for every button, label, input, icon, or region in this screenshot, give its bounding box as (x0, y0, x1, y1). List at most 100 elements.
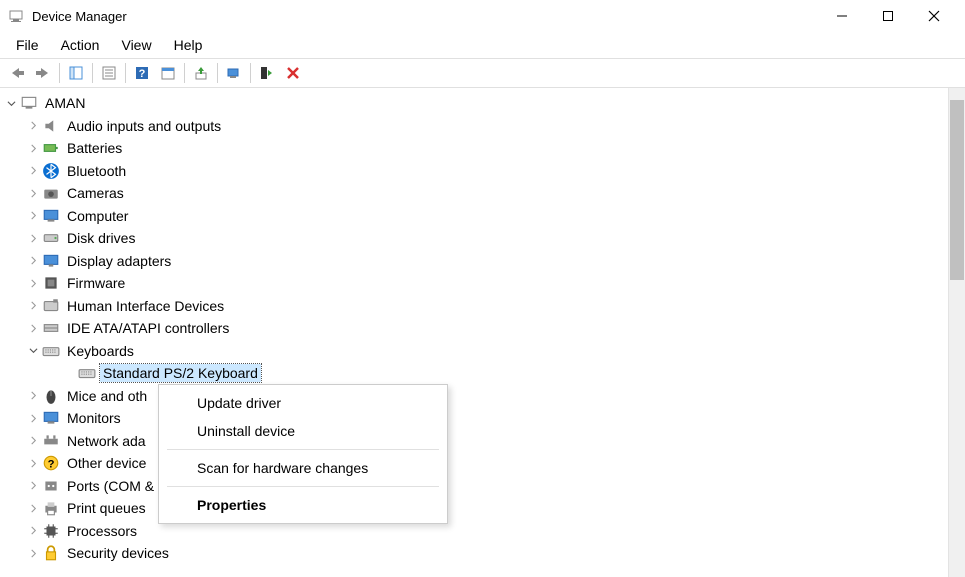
scrollbar-thumb[interactable] (950, 100, 964, 280)
tree-node[interactable]: ?Other device (4, 452, 965, 475)
ctx-uninstall-device[interactable]: Uninstall device (159, 417, 447, 445)
node-label: Firmware (64, 274, 128, 292)
close-button[interactable] (911, 0, 957, 32)
scan-hardware-button[interactable] (221, 61, 247, 85)
ctx-update-driver[interactable]: Update driver (159, 389, 447, 417)
tree-node[interactable]: Cameras (4, 182, 965, 205)
chevron-right-icon[interactable] (26, 546, 40, 560)
port-icon (42, 478, 60, 494)
bluetooth-icon (42, 163, 60, 179)
tree-node[interactable]: IDE ATA/ATAPI controllers (4, 317, 965, 340)
display-icon (42, 253, 60, 269)
monitor-icon (42, 410, 60, 426)
tree-node[interactable]: Computer (4, 205, 965, 228)
chevron-right-icon[interactable] (26, 389, 40, 403)
uninstall-button[interactable] (280, 61, 306, 85)
nav-forward-button[interactable] (30, 61, 56, 85)
toolbar-separator (184, 63, 185, 83)
tree-node[interactable]: Mice and oth (4, 385, 965, 408)
tree-node[interactable]: Bluetooth (4, 160, 965, 183)
maximize-button[interactable] (865, 0, 911, 32)
update-driver-button[interactable] (188, 61, 214, 85)
node-label: Mice and oth (64, 387, 150, 405)
chevron-right-icon[interactable] (26, 254, 40, 268)
tree-node-selected[interactable]: Standard PS/2 Keyboard (4, 362, 965, 385)
tree-node[interactable]: Batteries (4, 137, 965, 160)
chevron-right-icon[interactable] (26, 434, 40, 448)
mouse-icon (42, 388, 60, 404)
tree-node[interactable]: Ports (COM & (4, 475, 965, 498)
node-label: Network ada (64, 432, 149, 450)
chevron-right-icon[interactable] (26, 231, 40, 245)
tree-node[interactable]: Print queues (4, 497, 965, 520)
firmware-icon (42, 275, 60, 291)
hid-icon (42, 298, 60, 314)
context-separator (167, 449, 439, 450)
menu-bar: File Action View Help (0, 32, 965, 58)
menu-file[interactable]: File (6, 34, 49, 56)
toolbar-separator (59, 63, 60, 83)
nav-back-button[interactable] (4, 61, 30, 85)
cpu-icon (42, 523, 60, 539)
chevron-right-icon[interactable] (26, 119, 40, 133)
node-label: Print queues (64, 499, 149, 517)
tree-node[interactable]: Disk drives (4, 227, 965, 250)
node-label: Standard PS/2 Keyboard (100, 364, 261, 382)
menu-help[interactable]: Help (164, 34, 213, 56)
tree-node[interactable]: Human Interface Devices (4, 295, 965, 318)
tree-node[interactable]: Keyboards (4, 340, 965, 363)
title-bar: Device Manager (0, 0, 965, 32)
tree-node[interactable]: Firmware (4, 272, 965, 295)
computer-root-icon (20, 95, 38, 111)
chevron-right-icon[interactable] (26, 164, 40, 178)
chevron-right-icon[interactable] (26, 479, 40, 493)
battery-icon (42, 140, 60, 156)
context-separator (167, 486, 439, 487)
tree-root[interactable]: AMAN (4, 92, 965, 115)
toolbar-separator (92, 63, 93, 83)
chevron-right-icon[interactable] (26, 276, 40, 290)
menu-action[interactable]: Action (51, 34, 110, 56)
device-enable-button[interactable] (254, 61, 280, 85)
tree-node[interactable]: Audio inputs and outputs (4, 115, 965, 138)
ctx-scan-hardware[interactable]: Scan for hardware changes (159, 454, 447, 482)
chevron-right-icon[interactable] (26, 501, 40, 515)
other-icon: ? (42, 455, 60, 471)
tree-node[interactable]: Monitors (4, 407, 965, 430)
tree-node[interactable]: Processors (4, 520, 965, 543)
properties-button[interactable] (96, 61, 122, 85)
show-hide-tree-button[interactable] (63, 61, 89, 85)
chevron-right-icon[interactable] (26, 186, 40, 200)
chevron-right-icon[interactable] (26, 321, 40, 335)
chevron-right-icon[interactable] (26, 299, 40, 313)
node-label: Disk drives (64, 229, 138, 247)
ide-icon (42, 320, 60, 336)
chevron-right-icon[interactable] (26, 456, 40, 470)
chevron-right-icon[interactable] (26, 411, 40, 425)
node-label: Keyboards (64, 342, 137, 360)
node-label: Other device (64, 454, 149, 472)
node-label: Display adapters (64, 252, 174, 270)
disk-icon (42, 230, 60, 246)
window-title: Device Manager (32, 9, 127, 24)
tree-pane: AMAN Audio inputs and outputsBatteries Bl… (0, 88, 965, 577)
chevron-right-icon[interactable] (26, 524, 40, 538)
node-label: AMAN (42, 94, 88, 112)
chevron-right-icon[interactable] (26, 209, 40, 223)
calendar-button[interactable] (155, 61, 181, 85)
node-label: Batteries (64, 139, 125, 157)
ctx-properties[interactable]: Properties (159, 491, 447, 519)
chevron-down-icon[interactable] (4, 96, 18, 110)
vertical-scrollbar[interactable] (948, 88, 965, 577)
minimize-button[interactable] (819, 0, 865, 32)
chevron-down-icon[interactable] (26, 344, 40, 358)
menu-view[interactable]: View (111, 34, 161, 56)
tree-node[interactable]: Display adapters (4, 250, 965, 273)
tree-node[interactable]: Security devices (4, 542, 965, 565)
tree-node[interactable]: Network ada (4, 430, 965, 453)
help-button[interactable]: ? (129, 61, 155, 85)
toolbar-separator (217, 63, 218, 83)
node-label: Bluetooth (64, 162, 129, 180)
node-label: Monitors (64, 409, 124, 427)
chevron-right-icon[interactable] (26, 141, 40, 155)
